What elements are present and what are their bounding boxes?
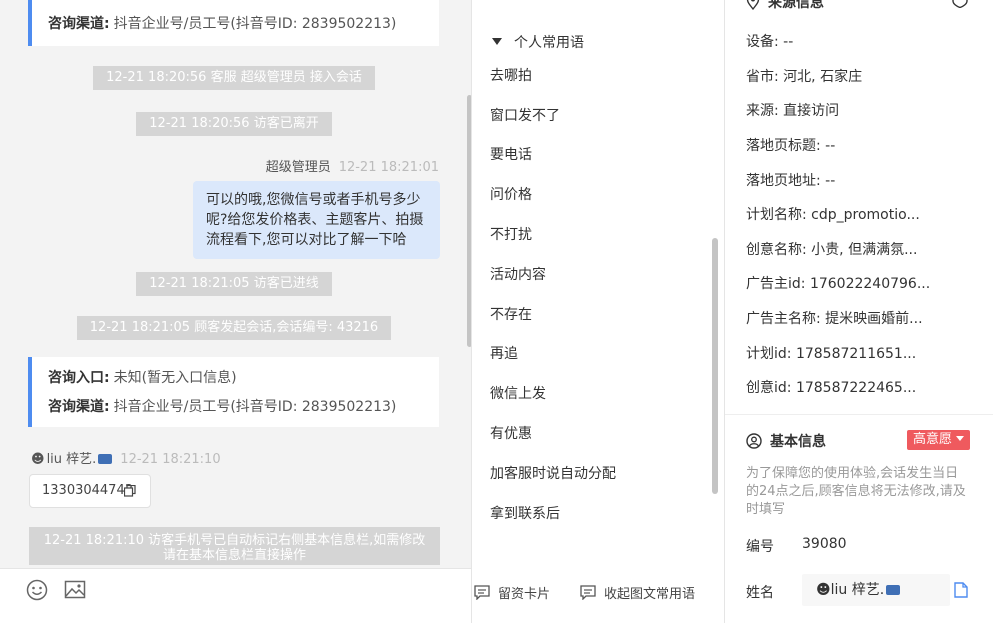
intent-level-value: 高意愿 bbox=[913, 432, 953, 447]
phrase-item[interactable]: 加客服时说自动分配 bbox=[490, 463, 616, 483]
info-id-value: 39080 bbox=[802, 536, 847, 552]
phrase-group-title: 个人常用语 bbox=[514, 35, 584, 51]
copy-icon[interactable] bbox=[954, 582, 968, 598]
info-landing-title: 落地页标题: -- bbox=[746, 138, 836, 154]
info-plan-id: 计划id: 178587211651... bbox=[746, 346, 917, 362]
visitor-phone-message[interactable]: 13303044743 bbox=[29, 474, 151, 508]
entry-label: 咨询入口: bbox=[48, 370, 110, 386]
channel-label: 咨询渠道: bbox=[48, 16, 110, 32]
visitor-message-time: 12-21 18:21:10 bbox=[120, 452, 221, 467]
chat-input-toolbar bbox=[0, 568, 471, 623]
phrases-scrollbar[interactable] bbox=[712, 238, 718, 494]
caret-down-icon bbox=[956, 436, 965, 441]
lead-card-label: 留资卡片 bbox=[498, 587, 551, 602]
system-message: 12-21 18:21:05 访客已进线 bbox=[0, 272, 468, 296]
message-square-icon bbox=[580, 585, 596, 600]
phrase-item[interactable]: 不存在 bbox=[490, 304, 532, 324]
info-plan-name: 计划名称: cdp_promotio... bbox=[746, 207, 920, 223]
lead-card-button[interactable]: 留资卡片 bbox=[474, 583, 550, 602]
system-message: 12-21 18:20:56 客服 超级管理员 接入会话 bbox=[0, 66, 468, 90]
phrase-item[interactable]: 活动内容 bbox=[490, 264, 546, 284]
phrase-group-header[interactable]: 个人常用语 bbox=[492, 32, 584, 52]
emoji-icon[interactable] bbox=[26, 579, 48, 601]
phrase-item[interactable]: 有优惠 bbox=[490, 423, 532, 443]
phrase-item[interactable]: 去哪拍 bbox=[490, 65, 532, 85]
visitor-badge-icon bbox=[98, 454, 113, 464]
agent-message-time: 12-21 18:21:01 bbox=[338, 160, 439, 175]
phrase-item[interactable]: 窗口发不了 bbox=[490, 105, 560, 125]
channel-value: 抖音企业号/员工号(抖音号ID: 2839502213) bbox=[113, 16, 397, 32]
user-circle-icon bbox=[746, 433, 762, 449]
image-icon[interactable] bbox=[64, 579, 86, 601]
visitor-name: liu 梓艺. bbox=[46, 452, 97, 467]
phrase-item[interactable]: 拿到联系后 bbox=[490, 503, 560, 523]
phrase-item[interactable]: 再追 bbox=[490, 343, 518, 363]
phrase-item[interactable]: 微信上发 bbox=[490, 383, 546, 403]
copy-icon[interactable] bbox=[124, 485, 136, 497]
system-notice-message: 12-21 18:21:10 访客手机号已自动标记右侧基本信息栏,如需修改请在基… bbox=[29, 527, 440, 565]
source-info-header: 来源信息 bbox=[746, 0, 824, 12]
info-creative-name: 创意名称: 小贵, 但满满氛... bbox=[746, 242, 918, 258]
collapse-phrases-label: 收起图文常用语 bbox=[604, 587, 696, 602]
info-landing-url: 落地页地址: -- bbox=[746, 173, 836, 189]
edit-deadline-notice: 为了保障您的使用体验,会话发生当日的24点之后,顾客信息将无法修改,请及时填写 bbox=[746, 466, 966, 517]
consult-info-card: 咨询渠道: 抖音企业号/员工号(抖音号ID: 2839502213) bbox=[28, 0, 439, 46]
info-name-label: 姓名 bbox=[746, 585, 774, 601]
visitor-emoji-icon: ☻ bbox=[31, 452, 45, 467]
channel-value: 抖音企业号/员工号(抖音号ID: 2839502213) bbox=[113, 399, 397, 415]
visitor-name-value: liu 梓艺. bbox=[830, 582, 885, 598]
location-pin-icon bbox=[746, 0, 760, 10]
chat-pane: 咨询渠道: 抖音企业号/员工号(抖音号ID: 2839502213) 12-21 … bbox=[0, 0, 472, 623]
info-advertiser-id: 广告主id: 176022240796... bbox=[746, 276, 931, 292]
info-id-label: 编号 bbox=[746, 539, 774, 555]
visitor-phone-text: 13303044743 bbox=[42, 483, 133, 498]
visitor-message-meta: ☻ liu 梓艺. 12-21 18:21:10 bbox=[31, 448, 221, 467]
visitor-name-field[interactable]: ☻liu 梓艺. bbox=[802, 574, 950, 606]
basic-info-title: 基本信息 bbox=[770, 434, 826, 450]
chat-message-list[interactable]: 咨询渠道: 抖音企业号/员工号(抖音号ID: 2839502213) 12-21 … bbox=[0, 0, 471, 568]
caret-down-icon bbox=[492, 38, 502, 45]
entry-value: 未知(暂无入口信息) bbox=[113, 370, 237, 386]
visitor-emoji-icon: ☻ bbox=[816, 582, 831, 598]
info-advertiser-name: 广告主名称: 提米映画婚前... bbox=[746, 311, 923, 327]
info-creative-id: 创意id: 178587222465... bbox=[746, 380, 917, 396]
info-source: 来源: 直接访问 bbox=[746, 103, 840, 119]
agent-message-bubble: 可以的哦,您微信号或者手机号多少呢?给您发价格表、主题客片、拍摄流程看下,您可以… bbox=[193, 181, 440, 259]
intent-level-dropdown[interactable]: 高意愿 bbox=[907, 430, 971, 450]
agent-name: 超级管理员 bbox=[265, 160, 331, 175]
phrase-item[interactable]: 要电话 bbox=[490, 144, 532, 164]
source-info-title: 来源信息 bbox=[768, 0, 824, 11]
info-location: 省市: 河北, 石家庄 bbox=[746, 69, 863, 85]
basic-info-header: 基本信息 bbox=[746, 431, 826, 451]
section-divider bbox=[725, 414, 993, 415]
system-message: 12-21 18:20:56 访客已离开 bbox=[0, 112, 468, 136]
visitor-info-pane: 来源信息 设备: -- 省市: 河北, 石家庄 来源: 直接访问 落地页标题: … bbox=[725, 0, 993, 623]
phrase-toolbar: 留资卡片 收起图文常用语 bbox=[472, 568, 724, 623]
message-square-icon bbox=[474, 585, 490, 600]
system-message: 12-21 18:21:05 顾客发起会话,会话编号: 43216 bbox=[0, 316, 468, 340]
info-device: 设备: -- bbox=[746, 34, 794, 50]
consult-info-card: 咨询入口: 未知(暂无入口信息) 咨询渠道: 抖音企业号/员工号(抖音号ID: 28… bbox=[28, 357, 439, 427]
collapse-phrases-button[interactable]: 收起图文常用语 bbox=[580, 583, 695, 602]
visitor-badge-icon bbox=[886, 585, 901, 595]
common-phrases-pane: 个人常用语 去哪拍 窗口发不了 要电话 问价格 不打扰 活动内容 不存在 再追 … bbox=[472, 0, 725, 623]
phrase-item[interactable]: 问价格 bbox=[490, 184, 532, 204]
agent-message-meta: 超级管理员 12-21 18:21:01 bbox=[266, 156, 439, 175]
channel-label: 咨询渠道: bbox=[48, 399, 110, 415]
edit-shield-icon[interactable] bbox=[951, 0, 969, 8]
phrase-item[interactable]: 不打扰 bbox=[490, 224, 532, 244]
